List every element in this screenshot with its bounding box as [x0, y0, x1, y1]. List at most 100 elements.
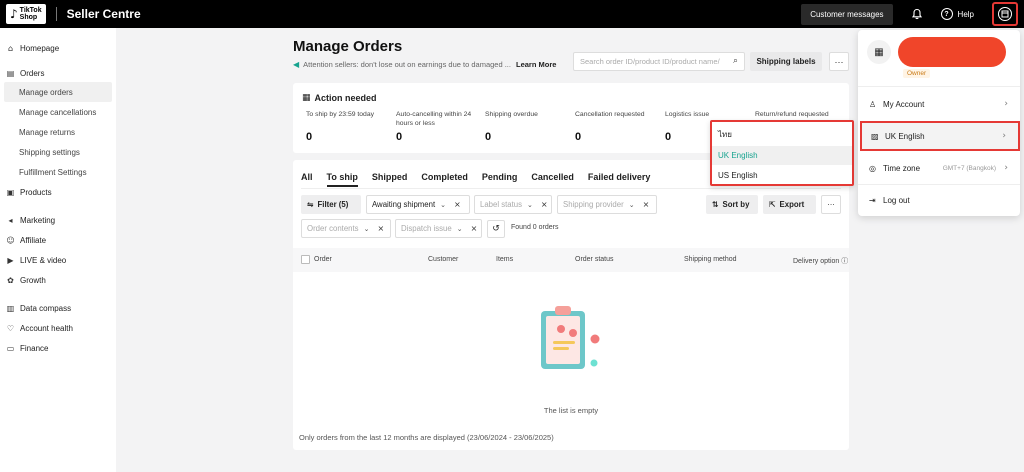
sidebar-item-manage-returns[interactable]: Manage returns — [0, 122, 116, 142]
filter-count: (5) — [338, 200, 349, 209]
sidebar-item-manage-cancellations[interactable]: Manage cancellations — [0, 102, 116, 122]
language-label: UK English — [885, 131, 925, 141]
store-icon — [998, 7, 1012, 21]
sidebar-item-fulfillment-settings[interactable]: Fulfillment Settings — [0, 162, 116, 182]
more-options-button[interactable]: ··· — [829, 52, 849, 71]
reset-filters-icon[interactable]: ↺ — [487, 220, 505, 238]
people-icon: ☺ — [6, 235, 15, 245]
metric-shipping-overdue[interactable]: Shipping overdue 0 — [485, 110, 575, 143]
bell-icon[interactable] — [909, 6, 925, 22]
my-account-item[interactable]: ♙ My Account › — [858, 93, 1020, 115]
tiktok-shop-logo[interactable]: ♪ TikTok Shop — [6, 4, 46, 24]
language-option-uk-english[interactable]: UK English — [712, 146, 852, 165]
filter-button[interactable]: ⇋ Filter (5) — [301, 195, 361, 214]
search-placeholder: Search order ID/product ID/product name/ — [580, 57, 720, 66]
export-button[interactable]: ⇱ Export — [763, 195, 816, 214]
clear-icon[interactable]: × — [454, 200, 461, 209]
language-menu-item[interactable]: ▨ UK English › — [860, 121, 1020, 151]
sidebar-item-label: Homepage — [20, 43, 60, 53]
chevron-right-icon: › — [1004, 163, 1008, 173]
sidebar-item-label: Finance — [20, 343, 49, 353]
action-needed-title: ▦ Action needed — [302, 93, 377, 103]
metric-label: Cancellation requested — [575, 111, 645, 118]
metric-return-refund[interactable]: Return/refund requested — [755, 110, 845, 119]
box-icon: ▣ — [6, 187, 15, 197]
clear-icon[interactable]: × — [377, 224, 384, 233]
search-input[interactable]: Search order ID/product ID/product name/… — [573, 52, 745, 71]
language-option-us-english[interactable]: US English — [712, 166, 852, 185]
sidebar-item-homepage[interactable]: ⌂ Homepage — [0, 40, 116, 56]
tab-completed[interactable]: Completed — [421, 172, 468, 182]
sidebar-item-shipping-settings[interactable]: Shipping settings — [0, 142, 116, 162]
metric-value: 0 — [665, 131, 672, 143]
sidebar-item-marketing[interactable]: ◂ Marketing — [0, 210, 116, 230]
log-out-label: Log out — [883, 195, 910, 205]
help-button[interactable]: ? Help — [940, 8, 974, 20]
shipping-provider-select[interactable]: Shipping provider ⌄ × — [557, 195, 657, 214]
account-menu-panel: ▦ Owner ♙ My Account › ▨ UK English › ◎ … — [858, 30, 1020, 216]
tab-failed-delivery[interactable]: Failed delivery — [588, 172, 651, 182]
dispatch-issue-select[interactable]: Dispatch issue ⌄ × — [395, 219, 482, 238]
shipping-labels-button[interactable]: Shipping labels — [750, 52, 822, 71]
metric-label: Shipping overdue — [485, 111, 538, 118]
my-account-label: My Account — [883, 99, 925, 109]
sidebar-item-data-compass[interactable]: ▥ Data compass — [0, 298, 116, 318]
sidebar-item-products[interactable]: ▣ Products — [0, 182, 116, 202]
orders-footnote: Only orders from the last 12 months are … — [299, 433, 554, 442]
awaiting-shipment-select[interactable]: Awaiting shipment ⌄ × — [366, 195, 470, 214]
empty-list-message: The list is empty — [543, 406, 599, 415]
sidebar-item-account-health[interactable]: ♡ Account health — [0, 318, 116, 338]
metric-auto-cancelling[interactable]: Auto-cancelling within 24 hours or less … — [396, 110, 478, 143]
sidebar-item-growth[interactable]: ✿ Growth — [0, 270, 116, 290]
metric-cancellation-requested[interactable]: Cancellation requested 0 — [575, 110, 665, 143]
more-actions-button[interactable]: ··· — [821, 195, 841, 214]
tab-all[interactable]: All — [301, 172, 313, 182]
search-icon[interactable]: ⌕ — [733, 56, 738, 66]
column-order-status: Order status — [575, 256, 614, 263]
sidebar: ⌂ Homepage ▤ Orders Manage orders Manage… — [0, 28, 116, 472]
tab-cancelled[interactable]: Cancelled — [531, 172, 574, 182]
metric-to-ship-today[interactable]: To ship by 23:59 today 0 — [306, 110, 396, 143]
language-dropdown: ไทย UK English US English — [710, 120, 854, 186]
sidebar-item-label: Affiliate — [20, 235, 47, 245]
language-option-thai[interactable]: ไทย — [712, 125, 852, 144]
label-status-select[interactable]: Label status ⌄ × — [474, 195, 552, 214]
sidebar-item-finance[interactable]: ▭ Finance — [0, 338, 116, 358]
sidebar-item-affiliate[interactable]: ☺ Affiliate — [0, 230, 116, 250]
sidebar-item-manage-orders[interactable]: Manage orders — [4, 82, 112, 102]
title-separator — [55, 7, 57, 21]
sidebar-item-live-video[interactable]: ▶ LIVE & video — [0, 250, 116, 270]
clear-icon[interactable]: × — [471, 224, 478, 233]
clear-icon[interactable]: × — [541, 200, 548, 209]
app-title: Seller Centre — [66, 7, 141, 21]
sort-icon: ⇅ — [712, 200, 719, 209]
globe-icon: ◎ — [869, 163, 876, 173]
help-label: Help — [957, 9, 974, 19]
sidebar-item-label: Data compass — [20, 303, 72, 313]
learn-more-link[interactable]: Learn More — [516, 60, 556, 69]
chart-icon: ▥ — [6, 303, 15, 313]
live-icon: ▶ — [7, 255, 14, 265]
tab-pending[interactable]: Pending — [482, 172, 518, 182]
metric-label: Return/refund requested — [755, 111, 829, 118]
metric-logistics-issue[interactable]: Logistics issue 0 — [665, 110, 755, 143]
tab-shipped[interactable]: Shipped — [372, 172, 408, 182]
customer-messages-button[interactable]: Customer messages — [801, 3, 893, 25]
awaiting-shipment-value: Awaiting shipment — [372, 200, 436, 209]
export-icon: ⇱ — [769, 200, 776, 209]
clear-icon[interactable]: × — [643, 200, 650, 209]
log-out-item[interactable]: ⇥ Log out — [858, 189, 1020, 211]
megaphone-icon: ◀ — [293, 60, 300, 69]
time-zone-item[interactable]: ◎ Time zone GMT+7 (Bangkok) › — [858, 157, 1020, 179]
info-icon[interactable]: ⓘ — [841, 257, 848, 265]
notice-text: Attention sellers: don't lose out on ear… — [303, 60, 511, 69]
tab-to-ship[interactable]: To ship — [326, 172, 359, 187]
user-icon: ♙ — [869, 99, 877, 109]
dispatch-issue-placeholder: Dispatch issue — [401, 224, 452, 233]
sidebar-item-orders[interactable]: ▤ Orders — [0, 64, 116, 82]
order-contents-select[interactable]: Order contents ⌄ × — [301, 219, 391, 238]
logout-icon: ⇥ — [869, 195, 876, 205]
sort-by-button[interactable]: ⇅ Sort by — [706, 195, 758, 214]
shop-account-button[interactable] — [992, 2, 1018, 26]
select-all-checkbox[interactable] — [301, 255, 310, 264]
